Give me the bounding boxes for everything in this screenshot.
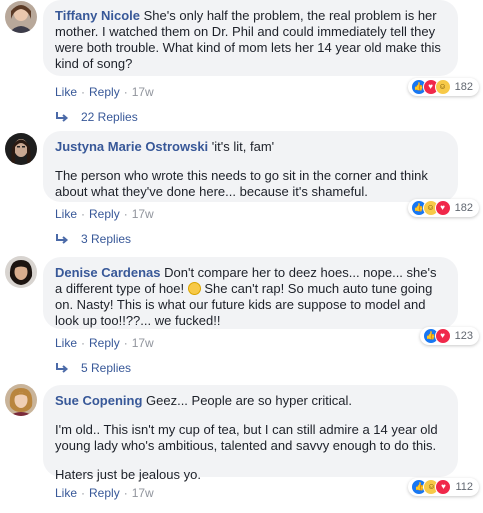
comment-bubble: Denise Cardenas Don't compare her to dee… (43, 257, 458, 329)
avatar[interactable] (5, 133, 37, 165)
comment-text: 'it's lit, fam' (211, 139, 275, 154)
reaction-summary[interactable]: 👍 ♥ ☺ 182 (407, 78, 479, 96)
comment-text: The person who wrote this needs to go si… (55, 168, 428, 199)
timestamp[interactable]: 17w (132, 85, 154, 99)
timestamp[interactable]: 17w (132, 336, 154, 350)
comment-actions: Like · Reply · 17w (55, 336, 154, 350)
view-replies-link[interactable]: 3 Replies (55, 231, 131, 247)
timestamp[interactable]: 17w (132, 486, 154, 500)
comment-author[interactable]: Sue Copening (55, 393, 142, 408)
love-icon: ♥ (434, 200, 451, 216)
comment-text: I'm old.. This isn't my cup of tea, but … (55, 422, 438, 453)
reaction-count: 112 (455, 481, 473, 493)
like-link[interactable]: Like (55, 336, 77, 350)
comment-author[interactable]: Justyna Marie Ostrowski (55, 139, 208, 154)
reaction-count: 182 (454, 202, 473, 214)
comment-bubble: Tiffany Nicole She's only half the probl… (43, 0, 458, 76)
like-link[interactable]: Like (55, 85, 77, 99)
view-replies-link[interactable]: 5 Replies (55, 360, 131, 376)
comment-text: Geez... People are so hyper critical. (146, 393, 352, 408)
comment-actions: Like · Reply · 17w (55, 85, 154, 99)
avatar[interactable] (5, 1, 37, 33)
comment-author[interactable]: Denise Cardenas (55, 265, 161, 280)
reply-arrow-icon (56, 363, 69, 373)
comment-actions: Like · Reply · 17w (55, 207, 154, 221)
reply-link[interactable]: Reply (89, 336, 120, 350)
replies-count: 22 Replies (81, 110, 138, 124)
comment-actions: Like · Reply · 17w (55, 486, 154, 500)
like-link[interactable]: Like (55, 486, 77, 500)
like-link[interactable]: Like (55, 207, 77, 221)
replies-count: 3 Replies (81, 232, 132, 246)
reply-link[interactable]: Reply (89, 486, 120, 500)
avatar[interactable] (5, 256, 37, 288)
replies-count: 5 Replies (81, 361, 132, 375)
reaction-summary[interactable]: 👍 ☺ ♥ 112 (408, 478, 479, 496)
view-replies-link[interactable]: 22 Replies (55, 109, 138, 125)
haha-icon: ☺ (434, 79, 451, 95)
comment-bubble: Sue Copening Geez... People are so hyper… (43, 385, 458, 482)
reaction-count: 182 (454, 81, 473, 93)
reaction-count: 123 (454, 330, 473, 342)
timestamp[interactable]: 17w (132, 207, 154, 221)
comment-author[interactable]: Tiffany Nicole (55, 8, 140, 23)
reaction-summary[interactable]: 👍 ♥ 123 (419, 327, 479, 345)
reply-link[interactable]: Reply (89, 85, 120, 99)
comment-bubble: Justyna Marie Ostrowski 'it's lit, fam' … (43, 131, 458, 202)
avatar[interactable] (5, 384, 37, 416)
reply-arrow-icon (56, 234, 69, 244)
reply-arrow-icon (56, 112, 69, 122)
reaction-summary[interactable]: 👍 ☺ ♥ 182 (407, 199, 479, 217)
love-icon: ♥ (435, 479, 452, 495)
reply-link[interactable]: Reply (89, 207, 120, 221)
comment-text: Haters just be jealous yo. (55, 467, 201, 482)
love-icon: ♥ (434, 328, 451, 344)
rolling-laughing-emoji-icon (187, 282, 201, 295)
